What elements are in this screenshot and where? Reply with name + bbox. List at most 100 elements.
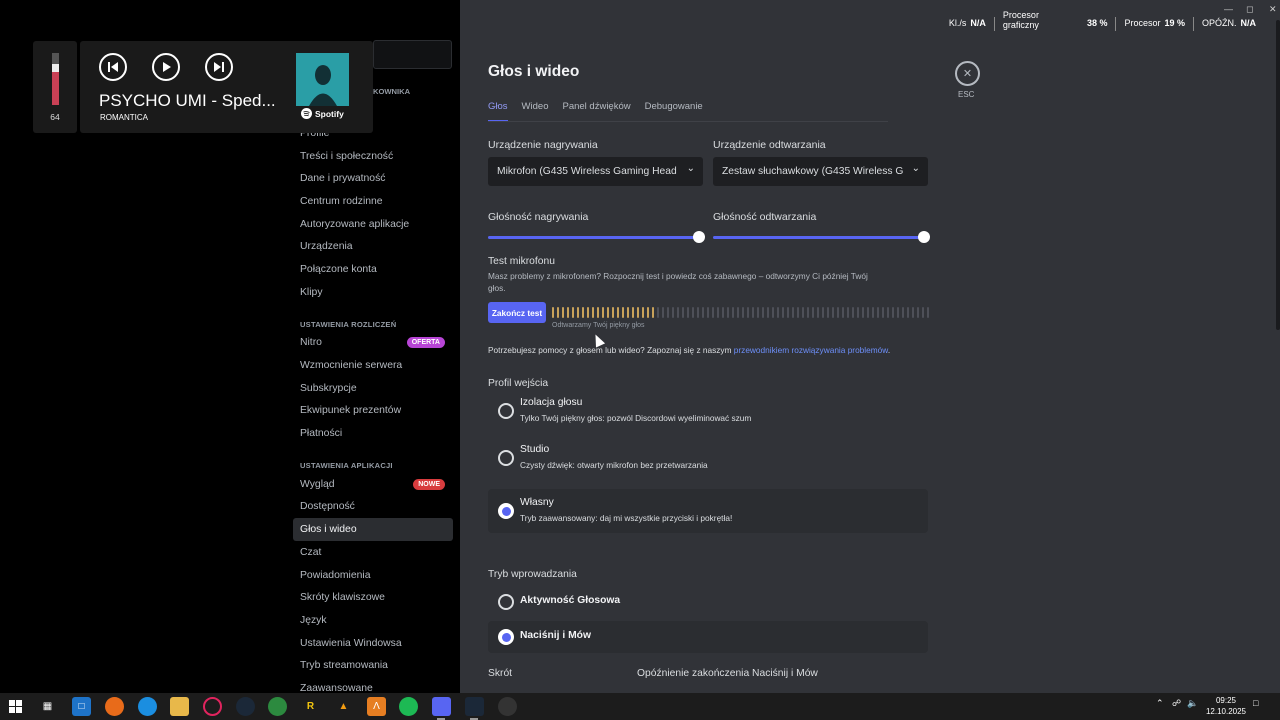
previous-track-button[interactable] [99, 53, 127, 81]
sidebar-item[interactable]: Subskrypcje [293, 377, 453, 400]
output-volume-slider[interactable] [713, 236, 924, 239]
meter-caption: Odtwarzamy Twój piękny głos [552, 322, 645, 329]
sidebar-item[interactable]: Urządzenia [293, 235, 453, 258]
sidebar-item[interactable]: Treści i społeczność [293, 145, 453, 168]
steam-icon[interactable] [465, 697, 484, 716]
sidebar-item[interactable]: Ekwipunek prezentów [293, 400, 453, 423]
tab-3[interactable]: Debugowanie [645, 101, 703, 121]
troubleshooting-link[interactable]: przewodnikiem rozwiązywania problemów [734, 345, 888, 355]
close-window-button[interactable]: ✕ [1269, 4, 1277, 15]
windows-start-button[interactable] [6, 697, 25, 716]
app-icon[interactable] [498, 697, 517, 716]
sidebar-item-label: Płatności [300, 428, 343, 440]
input-mode-option[interactable]: Aktywność Głosowa [488, 586, 928, 618]
sidebar-item-label: Skróty klawiszowe [300, 592, 385, 604]
sidebar-item[interactable]: Dane i prywatność [293, 167, 453, 190]
sidebar-item[interactable]: Ustawienia Windowsa [293, 632, 453, 655]
meter-segment [632, 307, 634, 318]
sidebar-item[interactable]: Klipy [293, 281, 453, 304]
app-icon[interactable]: □ [72, 697, 91, 716]
input-volume-handle[interactable] [693, 231, 705, 243]
maximize-button[interactable]: ◻ [1246, 4, 1253, 15]
radio-button[interactable] [498, 450, 514, 466]
tab-0[interactable]: Głos [488, 101, 508, 122]
meter-segment [812, 307, 814, 318]
network-icon[interactable]: ☍ [1172, 698, 1181, 709]
file-explorer-icon[interactable] [170, 697, 189, 716]
sidebar-item[interactable]: Język [293, 609, 453, 632]
minimize-button[interactable]: — [1224, 4, 1233, 14]
sidebar-item-label: Urządzenia [300, 241, 353, 253]
opera-icon[interactable] [203, 697, 222, 716]
tab-1[interactable]: Wideo [522, 101, 549, 121]
input-mode-option[interactable]: Naciśnij i Mów [488, 621, 928, 653]
scrollbar[interactable] [1276, 20, 1280, 330]
mic-test-title: Test mikrofonu [488, 256, 555, 267]
meter-segment [862, 307, 864, 318]
meter-segment [662, 307, 664, 318]
rockstar-icon[interactable]: R [301, 697, 320, 716]
output-volume-handle[interactable] [918, 231, 930, 243]
input-profile-option[interactable]: Izolacja głosu Tylko Twój piękny głos: po… [488, 389, 928, 433]
vlc-icon[interactable]: ▲ [334, 697, 353, 716]
tab-2[interactable]: Panel dźwięków [562, 101, 630, 121]
input-volume-label: Głośność nagrywania [488, 211, 589, 223]
meter-segment [782, 307, 784, 318]
volume-bar[interactable] [52, 53, 59, 105]
input-volume-slider[interactable] [488, 236, 699, 239]
output-device-select[interactable]: Zestaw słuchawkowy (G435 Wireless G ⌄ [713, 157, 928, 186]
radio-button[interactable] [498, 403, 514, 419]
input-profile-option[interactable]: Własny Tryb zaawansowany: daj mi wszystki… [488, 489, 928, 533]
chevron-down-icon: ⌄ [911, 163, 920, 174]
meter-segment [707, 307, 709, 318]
app-icon[interactable]: Λ [367, 697, 386, 716]
input-profile-option[interactable]: Studio Czysty dźwięk: otwarty mikrofon be… [488, 436, 928, 480]
voice-video-settings: Głos i wideo Głos Wideo Panel dźwięków Debu… [460, 0, 1280, 693]
chrome-icon[interactable] [268, 697, 287, 716]
radio-button[interactable] [498, 503, 514, 519]
sidebar-item[interactable]: Tryb streamowania [293, 654, 453, 677]
edge-icon[interactable] [138, 697, 157, 716]
meter-segment [562, 307, 564, 318]
spotify-taskbar-icon[interactable] [399, 697, 418, 716]
radio-button[interactable] [498, 629, 514, 645]
sidebar-item[interactable]: Nitro OFERTA [293, 332, 453, 355]
sidebar-item[interactable]: Skróty klawiszowe [293, 586, 453, 609]
close-settings-button[interactable]: ✕ [955, 61, 980, 86]
cpu-value: 19 % [1164, 18, 1185, 28]
sidebar-item[interactable]: Płatności [293, 422, 453, 445]
meter-segment [842, 307, 844, 318]
notification-icon[interactable]: □ [1253, 698, 1258, 708]
cpu-stat: Procesor 19 % [1124, 8, 1185, 28]
chevron-down-icon: ⌄ [686, 163, 695, 174]
sidebar-item[interactable]: Wygląd NOWE [293, 473, 453, 496]
radio-button[interactable] [498, 594, 514, 610]
end-test-button[interactable]: Zakończ test [488, 302, 546, 323]
search-box[interactable] [373, 40, 452, 69]
sidebar-item[interactable]: Autoryzowane aplikacje [293, 213, 453, 236]
sidebar-item[interactable]: Głos i wideo [293, 518, 453, 541]
meter-segment [902, 307, 904, 318]
sidebar-item-label: Wzmocnienie serwera [300, 360, 403, 372]
sidebar-item[interactable]: Połączone konta [293, 258, 453, 281]
sidebar-item[interactable]: Centrum rodzinne [293, 190, 453, 213]
steam-icon[interactable] [236, 697, 255, 716]
clock[interactable]: 09:25 12.10.2025 [1206, 695, 1246, 717]
meter-segment [712, 307, 714, 318]
sidebar-item[interactable]: Czat [293, 541, 453, 564]
sidebar-item[interactable]: Powiadomienia [293, 564, 453, 587]
firefox-icon[interactable] [105, 697, 124, 716]
discord-icon[interactable] [432, 697, 451, 716]
sidebar-item-label: Ekwipunek prezentów [300, 405, 402, 417]
play-button[interactable] [152, 53, 180, 81]
meter-segment [772, 307, 774, 318]
next-track-button[interactable] [205, 53, 233, 81]
sidebar-item[interactable]: Wzmocnienie serwera [293, 354, 453, 377]
meter-segment [582, 307, 584, 318]
input-device-select[interactable]: Mikrofon (G435 Wireless Gaming Head ⌄ [488, 157, 703, 186]
task-view-icon[interactable]: ▦ [38, 697, 57, 716]
chevron-up-icon[interactable]: ⌃ [1156, 698, 1164, 709]
speaker-icon[interactable]: 🔈 [1187, 698, 1198, 709]
sidebar-item[interactable]: Dostępność [293, 496, 453, 519]
meter-segment [642, 307, 644, 318]
